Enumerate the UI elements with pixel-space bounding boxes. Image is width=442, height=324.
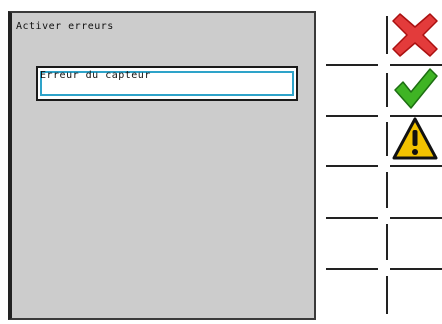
softkey-panel <box>316 0 442 324</box>
softkey-separator <box>390 268 442 270</box>
softkey-5[interactable] <box>392 222 438 268</box>
sensor-error-item[interactable]: Erreur du capteur <box>36 66 298 101</box>
activate-errors-dialog: Activer erreurs Erreur du capteur <box>8 11 316 320</box>
softkey-separator <box>326 268 378 270</box>
softkey-divider <box>386 122 388 156</box>
softkey-separator <box>326 217 378 219</box>
dialog-title: Activer erreurs <box>16 21 114 32</box>
softkey-divider <box>386 172 388 208</box>
softkey-separator <box>326 165 378 167</box>
softkey-4[interactable] <box>392 170 438 216</box>
softkey-6[interactable] <box>392 274 438 320</box>
softkey-divider <box>386 224 388 260</box>
softkey-divider <box>386 16 388 54</box>
cancel-button[interactable] <box>392 12 438 58</box>
softkey-separator <box>390 217 442 219</box>
softkey-separator <box>326 115 378 117</box>
warning-icon <box>392 117 438 160</box>
softkey-divider <box>386 276 388 314</box>
softkey-divider <box>386 73 388 107</box>
warning-button[interactable] <box>392 116 438 162</box>
close-icon <box>392 13 438 57</box>
sensor-error-label: Erreur du capteur <box>40 70 151 81</box>
check-icon <box>394 68 438 109</box>
softkey-separator <box>390 165 442 167</box>
softkey-separator <box>326 64 378 66</box>
confirm-button[interactable] <box>392 66 438 112</box>
